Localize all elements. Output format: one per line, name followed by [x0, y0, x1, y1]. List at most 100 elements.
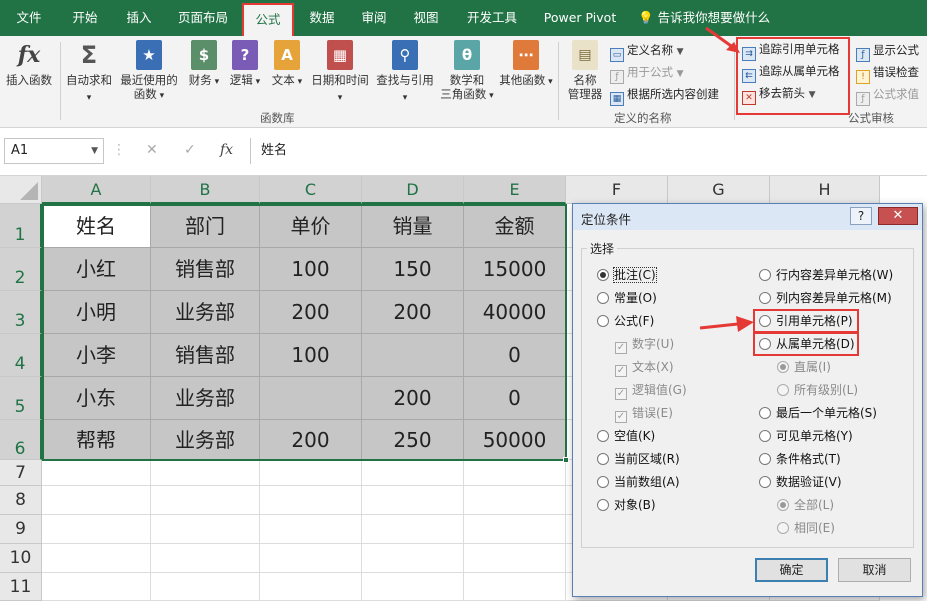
table-cell[interactable]: 50000: [464, 420, 566, 460]
row-header[interactable]: 9: [0, 515, 42, 544]
radio-button[interactable]: [597, 476, 609, 488]
row-header[interactable]: 5: [0, 377, 42, 420]
fill-handle[interactable]: [563, 457, 569, 463]
radio-button[interactable]: [597, 269, 609, 281]
error-checking-button[interactable]: ! 错误检查: [856, 62, 919, 84]
table-cell[interactable]: 100: [260, 334, 362, 377]
empty-cell[interactable]: [42, 544, 151, 573]
left-option[interactable]: 空值(K): [597, 427, 655, 445]
column-header[interactable]: F: [566, 176, 668, 204]
column-header[interactable]: B: [151, 176, 260, 204]
row-header[interactable]: 8: [0, 486, 42, 515]
tab-insert[interactable]: 插入: [114, 0, 164, 36]
table-cell[interactable]: 帮帮: [42, 420, 151, 460]
function-library-button[interactable]: $ 财务 ▾: [184, 40, 224, 89]
row-header[interactable]: 10: [0, 544, 42, 573]
row-header[interactable]: 3: [0, 291, 42, 334]
tab-view[interactable]: 视图: [404, 0, 448, 36]
empty-cell[interactable]: [260, 460, 362, 486]
right-option[interactable]: 数据验证(V): [759, 473, 842, 491]
left-option[interactable]: 常量(O): [597, 289, 657, 307]
empty-cell[interactable]: [151, 486, 260, 515]
empty-cell[interactable]: [362, 544, 464, 573]
radio-button[interactable]: [777, 361, 789, 373]
checkbox[interactable]: ✓: [615, 411, 627, 423]
empty-cell[interactable]: [42, 460, 151, 486]
empty-cell[interactable]: [151, 544, 260, 573]
row-header[interactable]: 11: [0, 573, 42, 601]
function-library-button[interactable]: ? 逻辑 ▾: [226, 40, 264, 89]
checkbox[interactable]: ✓: [615, 388, 627, 400]
function-library-button[interactable]: ⚲ 查找与引用 ▾: [374, 40, 436, 105]
radio-button[interactable]: [597, 292, 609, 304]
radio-button[interactable]: [759, 407, 771, 419]
row-header[interactable]: 4: [0, 334, 42, 377]
enter-check-icon[interactable]: ✓: [184, 142, 196, 158]
radio-button[interactable]: [597, 499, 609, 511]
left-option[interactable]: 当前区域(R): [597, 450, 680, 468]
radio-button[interactable]: [597, 453, 609, 465]
right-option[interactable]: 所有级别(L): [777, 381, 858, 399]
empty-cell[interactable]: [362, 573, 464, 601]
use-in-formula-button[interactable]: ƒ 用于公式 ▼: [610, 62, 684, 84]
empty-cell[interactable]: [151, 573, 260, 601]
function-library-button[interactable]: Σ 自动求和 ▾: [64, 40, 114, 105]
radio-button[interactable]: [759, 430, 771, 442]
empty-cell[interactable]: [151, 515, 260, 544]
tab-review[interactable]: 审阅: [352, 0, 396, 36]
left-option[interactable]: ✓ 错误(E): [615, 404, 673, 423]
insert-function-button[interactable]: fx 插入函数: [2, 40, 56, 87]
radio-button[interactable]: [777, 499, 789, 511]
radio-button[interactable]: [759, 292, 771, 304]
evaluate-formula-button[interactable]: ƒ 公式求值: [856, 84, 919, 106]
row-header[interactable]: 6: [0, 420, 42, 460]
column-header[interactable]: C: [260, 176, 362, 204]
right-option[interactable]: 直属(I): [777, 358, 831, 376]
table-cell[interactable]: 小东: [42, 377, 151, 420]
empty-cell[interactable]: [362, 515, 464, 544]
tab-file[interactable]: 文件: [4, 0, 54, 36]
table-cell[interactable]: 金额: [464, 204, 566, 248]
table-cell[interactable]: 销量: [362, 204, 464, 248]
right-option[interactable]: 最后一个单元格(S): [759, 404, 877, 422]
tab-page-layout[interactable]: 页面布局: [170, 0, 236, 36]
column-header[interactable]: H: [770, 176, 880, 204]
close-button[interactable]: ✕: [878, 207, 918, 225]
empty-cell[interactable]: [260, 544, 362, 573]
table-cell[interactable]: 姓名: [42, 204, 151, 248]
right-option[interactable]: 列内容差异单元格(M): [759, 289, 892, 307]
define-name-button[interactable]: ▭ 定义名称 ▼: [610, 40, 684, 62]
tab-power-pivot[interactable]: Power Pivot: [536, 0, 624, 36]
table-cell[interactable]: 业务部: [151, 291, 260, 334]
row-header[interactable]: 1: [0, 204, 42, 248]
left-option[interactable]: 对象(B): [597, 496, 656, 514]
table-cell[interactable]: 销售部: [151, 334, 260, 377]
left-option[interactable]: 批注(C): [597, 266, 657, 284]
table-cell[interactable]: 单价: [260, 204, 362, 248]
tab-home[interactable]: 开始: [60, 0, 110, 36]
table-cell[interactable]: 200: [362, 291, 464, 334]
table-cell[interactable]: 250: [362, 420, 464, 460]
table-cell[interactable]: [362, 334, 464, 377]
radio-button[interactable]: [759, 269, 771, 281]
table-cell[interactable]: 200: [260, 291, 362, 334]
radio-button[interactable]: [777, 522, 789, 534]
left-option[interactable]: ✓ 数字(U): [615, 335, 674, 354]
table-cell[interactable]: 15000: [464, 248, 566, 291]
row-header[interactable]: 7: [0, 460, 42, 486]
table-cell[interactable]: 小李: [42, 334, 151, 377]
table-cell[interactable]: 0: [464, 334, 566, 377]
right-option[interactable]: 全部(L): [777, 496, 834, 514]
table-cell[interactable]: [260, 377, 362, 420]
right-option[interactable]: 条件格式(T): [759, 450, 841, 468]
table-cell[interactable]: 200: [362, 377, 464, 420]
empty-cell[interactable]: [362, 460, 464, 486]
right-option[interactable]: 相同(E): [777, 519, 835, 537]
insert-function-icon[interactable]: fx: [220, 142, 233, 158]
table-cell[interactable]: 40000: [464, 291, 566, 334]
left-option[interactable]: ✓ 文本(X): [615, 358, 674, 377]
function-library-button[interactable]: θ 数学和 三角函数 ▾: [438, 40, 496, 103]
table-cell[interactable]: 200: [260, 420, 362, 460]
empty-cell[interactable]: [362, 486, 464, 515]
column-header[interactable]: D: [362, 176, 464, 204]
